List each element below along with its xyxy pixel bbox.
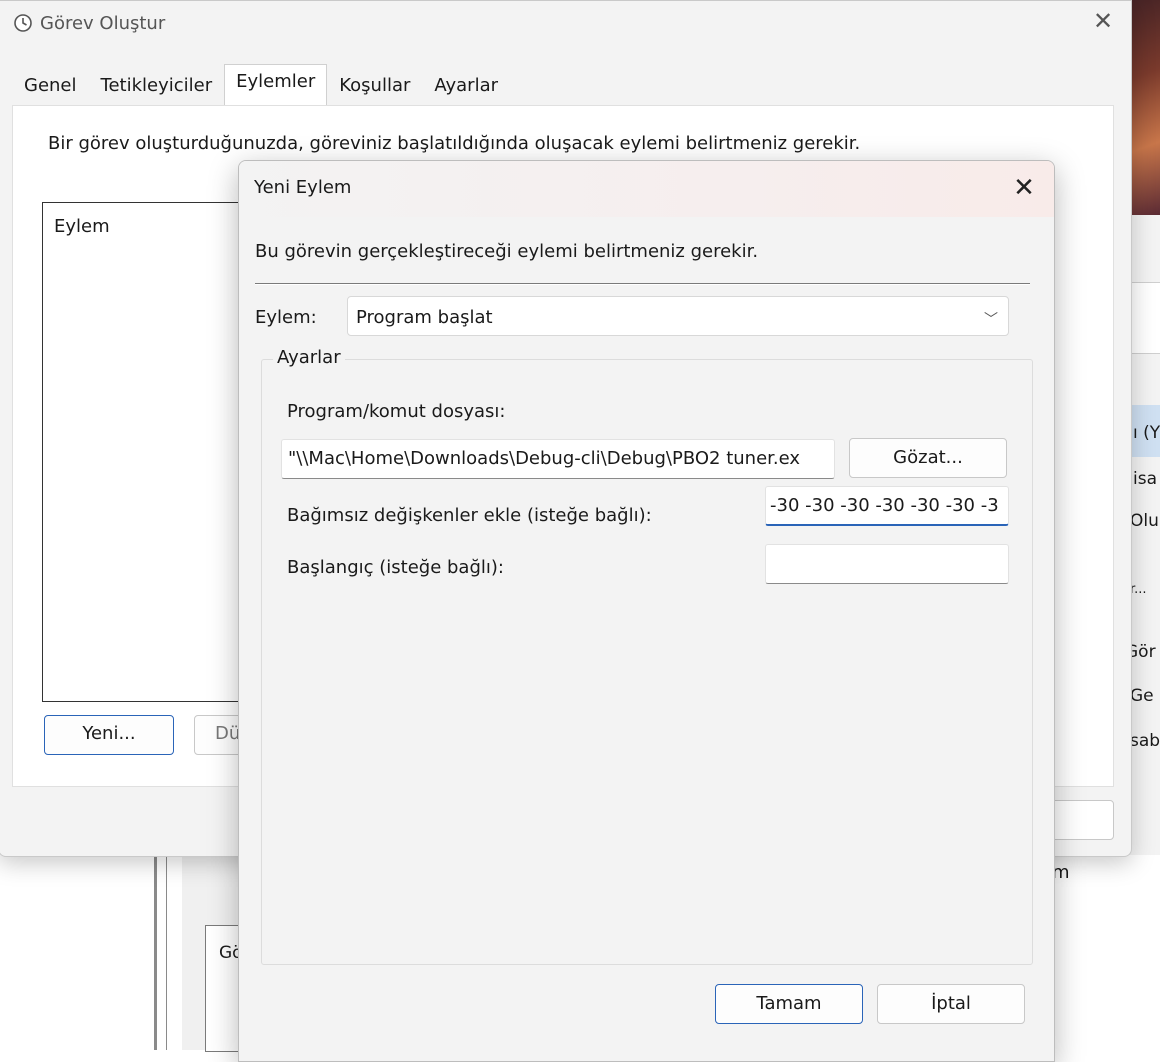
tab-general[interactable]: Genel bbox=[12, 68, 89, 108]
tab-actions[interactable]: Eylemler bbox=[224, 64, 328, 109]
settings-group-legend: Ayarlar bbox=[273, 347, 345, 368]
background-frame-line bbox=[166, 855, 167, 1050]
new-action-dialog: Yeni Eylem ✕ Bu görevin gerçekleştireceğ… bbox=[238, 160, 1055, 1062]
dialog-titlebar: Yeni Eylem ✕ bbox=[239, 161, 1054, 217]
window-title: Görev Oluştur bbox=[40, 12, 166, 34]
tab-triggers[interactable]: Tetikleyiciler bbox=[89, 68, 225, 108]
background-side-label: ı (Y bbox=[1133, 423, 1160, 443]
new-action-button[interactable]: Yeni... bbox=[44, 715, 174, 755]
divider bbox=[255, 283, 1030, 285]
chevron-down-icon: ﹀ bbox=[984, 312, 998, 328]
dialog-close-icon[interactable]: ✕ bbox=[1004, 171, 1044, 205]
program-label: Program/komut dosyası: bbox=[287, 401, 506, 422]
tab-strip: Genel Tetikleyiciler Eylemler Koşullar A… bbox=[12, 64, 510, 109]
background-side-label: sab bbox=[1130, 731, 1160, 751]
action-type-select[interactable]: Program başlat ﹀ bbox=[347, 296, 1009, 336]
background-side-label: r... bbox=[1130, 582, 1147, 597]
clock-icon bbox=[14, 14, 32, 32]
actions-list-header[interactable]: Eylem bbox=[54, 216, 110, 237]
browse-button[interactable]: Gözat... bbox=[849, 438, 1007, 478]
cancel-button[interactable]: İptal bbox=[877, 984, 1025, 1024]
tab-conditions[interactable]: Koşullar bbox=[327, 68, 422, 108]
action-type-value: Program başlat bbox=[356, 307, 493, 328]
dialog-description: Bu görevin gerçekleştireceği eylemi beli… bbox=[255, 241, 759, 262]
background-side-label: Ge bbox=[1130, 686, 1154, 706]
background-field bbox=[1130, 282, 1160, 354]
start-in-label: Başlangıç (isteğe bağlı): bbox=[287, 557, 504, 578]
background-frame-line bbox=[154, 855, 157, 1050]
program-input[interactable]: "\\Mac\Home\Downloads\Debug-cli\Debug\PB… bbox=[281, 439, 835, 479]
close-icon[interactable]: ✕ bbox=[1086, 6, 1120, 36]
main-dialog-button[interactable] bbox=[1046, 800, 1114, 840]
arguments-label: Bağımsız değişkenler ekle (isteğe bağlı)… bbox=[287, 505, 652, 526]
ok-button[interactable]: Tamam bbox=[715, 984, 863, 1024]
dialog-title: Yeni Eylem bbox=[254, 177, 352, 198]
action-type-label: Eylem: bbox=[255, 307, 317, 328]
tab-settings[interactable]: Ayarlar bbox=[422, 68, 510, 108]
start-in-input[interactable] bbox=[765, 544, 1009, 584]
arguments-input[interactable]: -30 -30 -30 -30 -30 -30 -3 bbox=[765, 486, 1009, 526]
window-titlebar: Görev Oluştur bbox=[14, 8, 165, 38]
background-side-label: Olu bbox=[1130, 511, 1159, 531]
background-side-label: isa bbox=[1133, 469, 1157, 489]
actions-description: Bir görev oluşturduğunuzda, göreviniz ba… bbox=[48, 133, 861, 154]
